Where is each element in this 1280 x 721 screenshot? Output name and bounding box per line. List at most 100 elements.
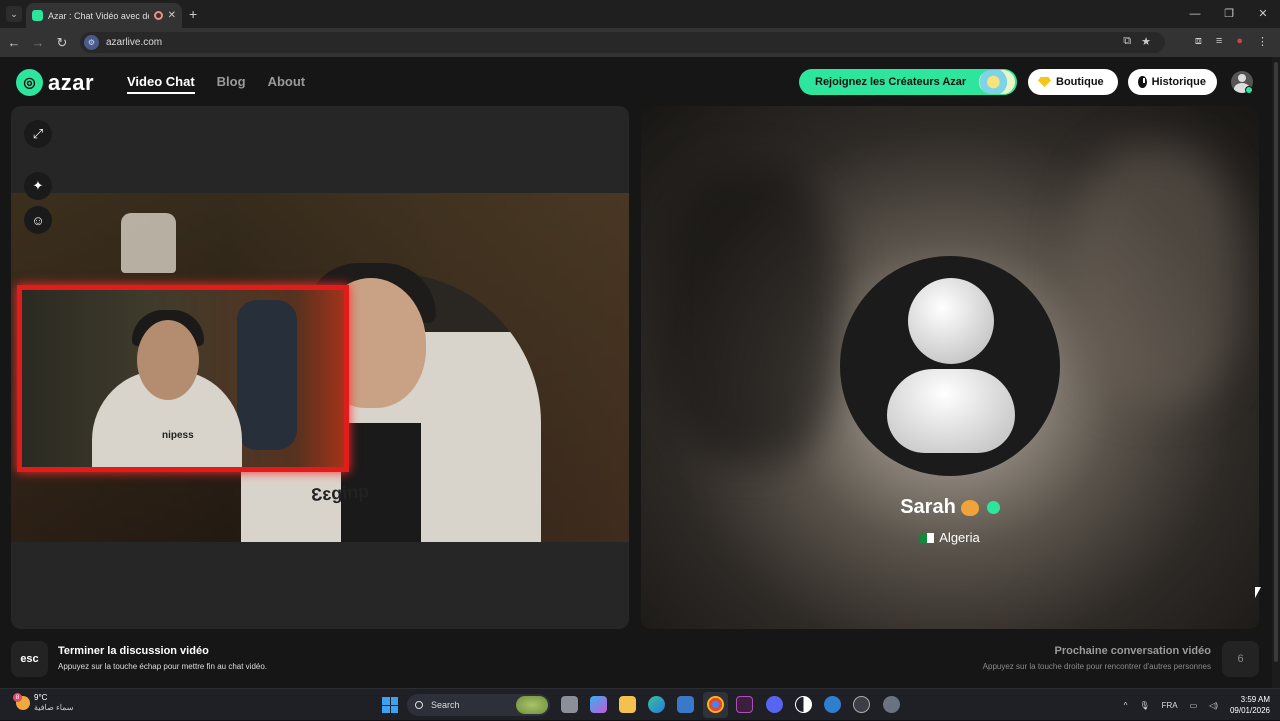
chevron-up-icon[interactable]: ^ — [1124, 701, 1128, 710]
historique-button[interactable]: Historique — [1128, 69, 1217, 95]
next-chat-key-button[interactable]: 6 — [1222, 641, 1259, 677]
search-highlight-icon — [516, 696, 548, 714]
camera-lamp — [121, 213, 176, 273]
bookmark-star-icon[interactable]: ★ — [1141, 35, 1151, 48]
blurred-background-2 — [1071, 146, 1241, 406]
picture-in-picture-overlay: nipess — [17, 285, 349, 472]
clock-icon — [1138, 76, 1147, 88]
restore-button[interactable]: ❐ — [1212, 0, 1246, 28]
pip-shirt-print: nipess — [162, 430, 194, 441]
logo-text: azar — [48, 69, 95, 95]
browser-tab[interactable]: Azar : Chat Vidéo avec de n ✕ — [26, 3, 182, 28]
recording-icon — [153, 11, 163, 20]
azar-favicon-icon — [32, 10, 43, 21]
shirt-print: Ɛɛginp — [310, 480, 370, 506]
minimize-button[interactable]: — — [1178, 0, 1212, 28]
volume-icon[interactable]: ◁) — [1209, 701, 1218, 710]
expand-icon[interactable]: ⤢ — [24, 120, 52, 148]
profile-icon[interactable]: ● — [1236, 35, 1243, 48]
cast-icon[interactable]: ⧉ — [1123, 35, 1131, 48]
weather-icon: 8 — [13, 693, 30, 710]
address-toolbar: ← → ↻ ⚙ azarlive.com ⧉ ★ ⧈ ≡ ● ⋮ — [0, 28, 1280, 57]
network-icon[interactable]: ▭ — [1190, 701, 1198, 710]
gem-icon — [1038, 77, 1051, 87]
copilot-icon[interactable] — [590, 696, 607, 713]
start-button[interactable] — [382, 697, 398, 713]
taskbar-clock[interactable]: 3:59 AM 09/01/2026 — [1230, 694, 1270, 716]
time: 3:59 AM — [1240, 695, 1270, 704]
search-icon — [415, 701, 423, 709]
temperature: 9°C — [34, 693, 48, 702]
azar-logo-icon: ◎ — [16, 69, 43, 96]
obs-icon[interactable] — [853, 696, 870, 713]
join-creators-label: Rejoignez les Créateurs Azar — [815, 76, 967, 88]
partner-name: Sarah — [900, 496, 956, 518]
settings-gear-icon[interactable] — [883, 696, 900, 713]
azar-logo[interactable]: ◎ azar — [16, 69, 94, 96]
scrollbar-thumb[interactable] — [1274, 62, 1278, 662]
window-controls: — ❐ ✕ — [1178, 0, 1280, 28]
store-icon[interactable] — [677, 696, 694, 713]
reload-button[interactable]: ↻ — [50, 35, 74, 51]
end-chat-title: Terminer la discussion vidéo — [58, 645, 209, 657]
nav-blog[interactable]: Blog — [217, 74, 246, 94]
close-window-button[interactable]: ✕ — [1246, 0, 1280, 28]
app-icon[interactable] — [824, 696, 841, 713]
next-chat-subtitle: Appuyez sur la touche droite pour rencon… — [982, 662, 1211, 671]
partner-panel: Sarah Algeria — [641, 106, 1259, 629]
microphone-icon[interactable]: 🎙 — [1139, 701, 1149, 710]
address-field[interactable]: ⚙ azarlive.com ⧉ ★ — [80, 32, 1165, 53]
end-chat-subtitle: Appuyez sur la touche échap pour mettre … — [58, 662, 268, 671]
discord-icon[interactable] — [766, 696, 783, 713]
premiere-icon[interactable] — [736, 696, 753, 713]
search-placeholder: Search — [431, 700, 460, 710]
main-nav: Video Chat Blog About — [127, 74, 305, 94]
pip-face — [137, 320, 199, 400]
boutique-button[interactable]: Boutique — [1028, 69, 1118, 95]
creators-illustration-icon — [979, 70, 1015, 94]
default-user-body-icon — [887, 369, 1015, 453]
tab-search-button[interactable]: ⌄ — [6, 6, 22, 22]
mouse-cursor-icon — [1255, 587, 1261, 598]
browser-tab-bar: ⌄ Azar : Chat Vidéo avec de n ✕ + — ❐ ✕ — [0, 0, 1280, 28]
system-tray: ^ 🎙 FRA ▭ ◁) 3:59 AM 09/01/2026 — [1124, 689, 1270, 721]
default-user-head-icon — [908, 278, 994, 364]
reading-list-icon[interactable]: ≡ — [1216, 35, 1222, 48]
next-chat-title: Prochaine conversation vidéo — [1054, 645, 1212, 657]
my-camera-panel: Ɛɛginp nipess ⤢ ✦ ☺ — [11, 106, 629, 629]
taskbar-search[interactable]: Search — [407, 694, 550, 716]
join-creators-button[interactable]: Rejoignez les Créateurs Azar — [799, 69, 1017, 95]
new-tab-button[interactable]: + — [189, 6, 197, 22]
back-button[interactable]: ← — [2, 35, 26, 50]
sparkle-icon[interactable]: ✦ — [24, 172, 52, 200]
date: 09/01/2026 — [1229, 706, 1270, 715]
language-indicator[interactable]: FRA — [1162, 701, 1178, 710]
forward-button[interactable]: → — [26, 35, 50, 50]
url-text: azarlive.com — [106, 37, 163, 48]
weather-widget[interactable]: 8 9°C سماء صافية — [13, 693, 74, 713]
tab-close-button[interactable]: ✕ — [168, 10, 176, 21]
cat-emoji-icon — [960, 499, 979, 516]
edge-icon[interactable] — [648, 696, 665, 713]
partner-country-row: Algeria — [641, 530, 1259, 545]
blurred-background — [661, 166, 841, 466]
partner-name-row: Sarah — [641, 496, 1259, 519]
partner-country: Algeria — [939, 530, 980, 545]
file-explorer-icon[interactable] — [619, 696, 636, 713]
weather-description: سماء صافية — [34, 703, 74, 712]
historique-label: Historique — [1151, 76, 1206, 88]
clock-app-icon[interactable] — [795, 696, 812, 713]
site-info-icon[interactable]: ⚙ — [84, 35, 99, 50]
browser-menu-icon[interactable]: ⋮ — [1257, 35, 1268, 48]
extensions-icon[interactable]: ⧈ — [1195, 35, 1202, 48]
chrome-icon[interactable] — [707, 696, 724, 713]
pip-coat — [237, 300, 297, 450]
face-filter-icon[interactable]: ☺ — [24, 206, 52, 234]
end-chat-key-button[interactable]: esc — [11, 641, 48, 677]
nav-video-chat[interactable]: Video Chat — [127, 74, 195, 94]
algeria-flag-icon — [920, 532, 935, 543]
task-view-icon[interactable] — [561, 696, 578, 713]
nav-about[interactable]: About — [268, 74, 306, 94]
windows-taskbar: 8 9°C سماء صافية Search ^ 🎙 FRA ▭ ◁) 3:5… — [0, 688, 1280, 720]
boutique-label: Boutique — [1056, 76, 1104, 88]
